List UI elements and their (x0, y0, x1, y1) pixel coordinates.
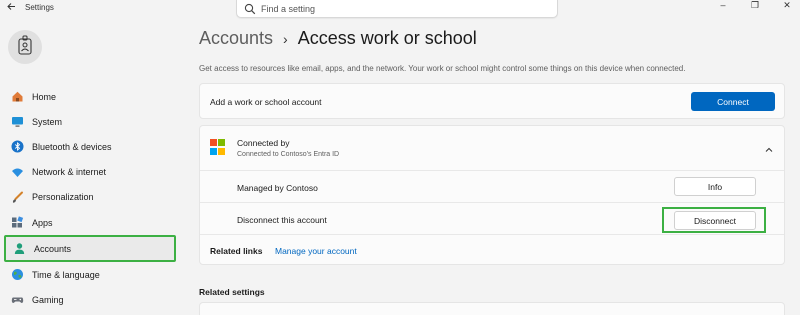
sidebar-item-home[interactable]: Home (4, 84, 176, 109)
disconnect-label: Disconnect this account (237, 215, 327, 225)
sidebar-item-label: Network & internet (32, 167, 107, 178)
managed-by-row: Managed by Contoso Info (200, 170, 784, 202)
sidebar-item-label: Home (32, 91, 57, 102)
gamepad-icon (10, 293, 24, 307)
sidebar-item-label: Apps (32, 217, 53, 228)
disconnect-row: Disconnect this account Disconnect (200, 202, 784, 234)
add-account-label: Add a work or school account (210, 97, 322, 107)
sidebar-item-personalization[interactable]: Personalization (4, 185, 176, 210)
microsoft-logo-icon (210, 139, 226, 155)
page-description: Get access to resources like email, apps… (199, 64, 686, 73)
related-settings-card (199, 302, 785, 315)
person-icon (12, 242, 26, 256)
breadcrumb: Accounts › Access work or school (199, 28, 477, 49)
connected-account-header[interactable]: Connected by Connected to Contoso's Entr… (200, 126, 784, 170)
sidebar-item-label: Time & language (32, 269, 100, 280)
sidebar-item-label: Accounts (34, 243, 72, 254)
breadcrumb-parent[interactable]: Accounts (199, 28, 273, 49)
sidebar-item-label: Bluetooth & devices (32, 141, 112, 152)
sidebar-item-gaming[interactable]: Gaming (4, 287, 176, 312)
globe-icon (10, 268, 24, 282)
sidebar-item-system[interactable]: System (4, 109, 176, 134)
apps-icon (10, 216, 24, 230)
brush-icon (10, 190, 24, 204)
sidebar-item-label: Personalization (32, 192, 94, 203)
sidebar-item-time-language[interactable]: Time & language (4, 262, 176, 287)
wifi-icon (10, 165, 24, 179)
minimize-icon[interactable]: – (718, 0, 728, 11)
back-arrow-icon[interactable] (6, 1, 18, 13)
related-settings-title: Related settings (199, 287, 265, 297)
sidebar-item-apps[interactable]: Apps (4, 210, 176, 235)
search-input[interactable] (261, 2, 541, 15)
connect-button[interactable]: Connect (691, 92, 775, 111)
avatar[interactable] (8, 30, 42, 64)
search-icon (244, 2, 256, 15)
related-links-label: Related links (210, 246, 263, 256)
disconnect-button[interactable]: Disconnect (674, 211, 756, 230)
system-icon (10, 115, 24, 129)
page-title: Access work or school (297, 28, 477, 48)
sidebar-item-label: System (32, 116, 63, 127)
search-box[interactable] (236, 0, 558, 18)
sidebar-item-label: Gaming (32, 294, 64, 305)
sidebar-item-network[interactable]: Network & internet (4, 160, 176, 185)
info-button[interactable]: Info (674, 177, 756, 196)
maximize-icon[interactable]: ❐ (750, 0, 760, 11)
disconnect-highlight: Disconnect (662, 207, 766, 233)
sidebar-item-accounts[interactable]: Accounts (4, 235, 176, 263)
breadcrumb-separator-icon: › (283, 31, 288, 47)
connected-account-card: Connected by Connected to Contoso's Entr… (199, 125, 785, 265)
app-title: Settings (25, 3, 54, 12)
bluetooth-icon (10, 140, 24, 154)
add-account-card: Add a work or school account Connect (199, 83, 785, 119)
connection-title: Connected by (237, 138, 290, 148)
connection-subtitle: Connected to Contoso's Entra ID (237, 151, 340, 158)
home-icon (10, 90, 24, 104)
id-badge-icon (17, 35, 33, 60)
sidebar-nav: Home System Bluetooth & devices Network … (4, 84, 176, 313)
manage-account-link[interactable]: Manage your account (275, 246, 357, 256)
sidebar-item-bluetooth[interactable]: Bluetooth & devices (4, 134, 176, 159)
related-links-row: Related links Manage your account (200, 234, 784, 265)
window-controls: – ❐ ✕ (718, 0, 792, 11)
close-icon[interactable]: ✕ (782, 0, 792, 11)
managed-by-label: Managed by Contoso (237, 183, 318, 193)
chevron-up-icon[interactable] (764, 142, 774, 152)
